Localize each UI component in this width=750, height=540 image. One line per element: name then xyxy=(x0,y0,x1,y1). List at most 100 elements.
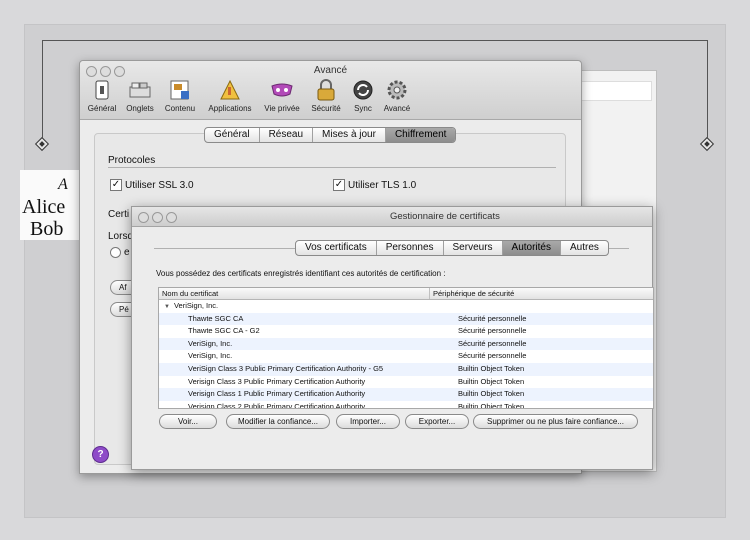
certmgr-titlebar: Gestionnaire de certificats xyxy=(132,207,652,227)
toolbar-privacy-label: Vie privée xyxy=(264,104,300,113)
certmgr-zoom-button[interactable] xyxy=(166,212,177,223)
row-device: Builtin Object Token xyxy=(458,401,525,409)
auto-select-radio-label: e xyxy=(124,247,130,258)
row-name: VeriSign, Inc. xyxy=(188,351,233,361)
tab-servers[interactable]: Serveurs xyxy=(442,241,502,255)
gear-icon xyxy=(385,79,409,101)
row-device: Builtin Object Token xyxy=(458,376,525,386)
background-window-bar xyxy=(572,81,652,101)
toolbar-sync[interactable]: Sync xyxy=(348,79,378,113)
tab-general[interactable]: Général xyxy=(205,128,259,142)
tab-your-certificates[interactable]: Vos certificats xyxy=(296,241,376,255)
tls-label: Utiliser TLS 1.0 xyxy=(348,179,417,191)
import-button[interactable]: Importer... xyxy=(336,414,400,429)
toolbar-advanced-label: Avancé xyxy=(383,104,411,113)
table-row[interactable]: VeriSign, Inc. Sécurité personnelle xyxy=(159,350,653,363)
certificate-manager-window: Gestionnaire de certificats Vos certific… xyxy=(131,206,654,470)
table-header: Nom du certificat Périphérique de sécuri… xyxy=(159,288,653,300)
toolbar-content-label: Contenu xyxy=(164,104,196,113)
toolbar-advanced[interactable]: Avancé xyxy=(377,76,417,117)
table-row[interactable]: Verisign Class 3 Public Primary Certific… xyxy=(159,376,653,389)
advanced-tabs: Général Réseau Mises à jour Chiffrement xyxy=(204,127,457,143)
certmgr-description: Vous possédez des certificats enregistré… xyxy=(156,269,446,278)
certmgr-tabs: Vos certificats Personnes Serveurs Autor… xyxy=(295,240,609,256)
row-name: VeriSign Class 3 Public Primary Certific… xyxy=(188,363,384,373)
view-button[interactable]: Voir... xyxy=(159,414,217,429)
row-name: Verisign Class 1 Public Primary Certific… xyxy=(188,389,366,399)
tls-checkbox[interactable]: ✓ Utiliser TLS 1.0 xyxy=(333,179,416,191)
tab-authorities[interactable]: Autorités xyxy=(501,241,560,255)
row-name: VeriSign, Inc. xyxy=(188,338,233,348)
row-name: Thawte SGC CA xyxy=(188,313,244,323)
row-name: Verisign Class 2 Public Primary Certific… xyxy=(188,401,366,409)
table-row[interactable]: VeriSign, Inc. Sécurité personnelle xyxy=(159,337,653,351)
applications-icon xyxy=(218,79,242,101)
tab-updates[interactable]: Mises à jour xyxy=(312,128,385,142)
slide-line-alice: Alice xyxy=(22,196,66,218)
column-name[interactable]: Nom du certificat xyxy=(159,288,430,299)
toolbar-tabs-label: Onglets xyxy=(126,104,154,113)
toolbar-privacy[interactable]: Vie privée xyxy=(261,79,303,113)
tab-people[interactable]: Personnes xyxy=(375,241,443,255)
row-name: Thawte SGC CA - G2 xyxy=(188,326,260,336)
toolbar-applications-label: Applications xyxy=(208,104,252,113)
table-row[interactable]: VeriSign Class 3 Public Primary Certific… xyxy=(159,362,653,376)
preferences-title: Avancé xyxy=(313,65,348,76)
when-server-requests-label: Lorsq xyxy=(108,231,134,242)
protocols-divider xyxy=(108,167,556,168)
tab-encryption[interactable]: Chiffrement xyxy=(384,128,456,142)
ssl-checkbox[interactable]: ✓ Utiliser SSL 3.0 xyxy=(110,179,194,191)
certificates-table[interactable]: Nom du certificat Périphérique de sécuri… xyxy=(158,287,654,409)
toolbar-general-label: Général xyxy=(87,104,117,113)
slide-handwriting: A xyxy=(58,176,68,193)
certificates-section-title: Certi xyxy=(108,209,130,220)
tab-network[interactable]: Réseau xyxy=(258,128,312,142)
frame-line-left xyxy=(42,40,43,143)
toolbar-security-label: Sécurité xyxy=(311,104,341,113)
toolbar-general[interactable]: Général xyxy=(85,79,119,113)
protocols-title: Protocoles xyxy=(108,155,156,166)
toolbar-applications[interactable]: Applications xyxy=(204,79,256,113)
table-row[interactable]: Thawte SGC CA - G2 Sécurité personnelle xyxy=(159,325,653,338)
edit-trust-button[interactable]: Modifier la confiance... xyxy=(226,414,330,429)
table-row[interactable]: Verisign Class 1 Public Primary Certific… xyxy=(159,388,653,401)
toolbar-content[interactable]: Contenu xyxy=(162,79,198,113)
toolbar-sync-label: Sync xyxy=(354,104,372,113)
disclosure-triangle-icon: ▼ xyxy=(164,304,170,310)
toolbar-security[interactable]: Sécurité xyxy=(307,79,345,113)
row-device: Sécurité personnelle xyxy=(458,313,527,323)
export-button[interactable]: Exporter... xyxy=(405,414,469,429)
slide-line-bob: Bob xyxy=(30,218,64,240)
lock-icon xyxy=(314,79,338,101)
help-button[interactable]: ? xyxy=(92,446,109,463)
group-label: VeriSign, Inc. xyxy=(173,301,219,310)
sync-icon xyxy=(351,79,375,101)
row-device: Builtin Object Token xyxy=(458,363,525,373)
row-device: Sécurité personnelle xyxy=(458,351,527,361)
general-icon xyxy=(90,79,114,101)
certmgr-close-button[interactable] xyxy=(138,212,149,223)
certmgr-minimize-button[interactable] xyxy=(152,212,163,223)
table-group-row[interactable]: ▼ VeriSign, Inc. xyxy=(159,300,653,313)
ssl-check-icon: ✓ xyxy=(110,179,122,191)
table-row[interactable]: Verisign Class 2 Public Primary Certific… xyxy=(159,401,653,409)
row-device: Builtin Object Token xyxy=(458,389,525,399)
preferences-titlebar: Avancé Général Onglets Contenu Applicati… xyxy=(80,61,581,120)
toolbar-tabs[interactable]: Onglets xyxy=(123,79,157,113)
radio-icon xyxy=(110,247,121,258)
ssl-label: Utiliser SSL 3.0 xyxy=(125,179,194,191)
row-device: Sécurité personnelle xyxy=(458,326,527,336)
frame-line-top xyxy=(42,40,708,41)
row-name: Verisign Class 3 Public Primary Certific… xyxy=(188,376,366,386)
tab-others[interactable]: Autres xyxy=(560,241,608,255)
privacy-icon xyxy=(270,79,294,101)
auto-select-radio[interactable]: e xyxy=(110,247,130,258)
table-row[interactable]: Thawte SGC CA Sécurité personnelle xyxy=(159,312,653,326)
tabs-icon xyxy=(128,79,152,101)
frame-line-right xyxy=(707,40,708,143)
delete-trust-button[interactable]: Supprimer ou ne plus faire confiance... xyxy=(473,414,638,429)
content-icon xyxy=(168,79,192,101)
row-device: Sécurité personnelle xyxy=(458,338,527,348)
certmgr-title: Gestionnaire de certificats xyxy=(390,211,500,222)
column-device[interactable]: Périphérique de sécurité xyxy=(430,288,514,299)
